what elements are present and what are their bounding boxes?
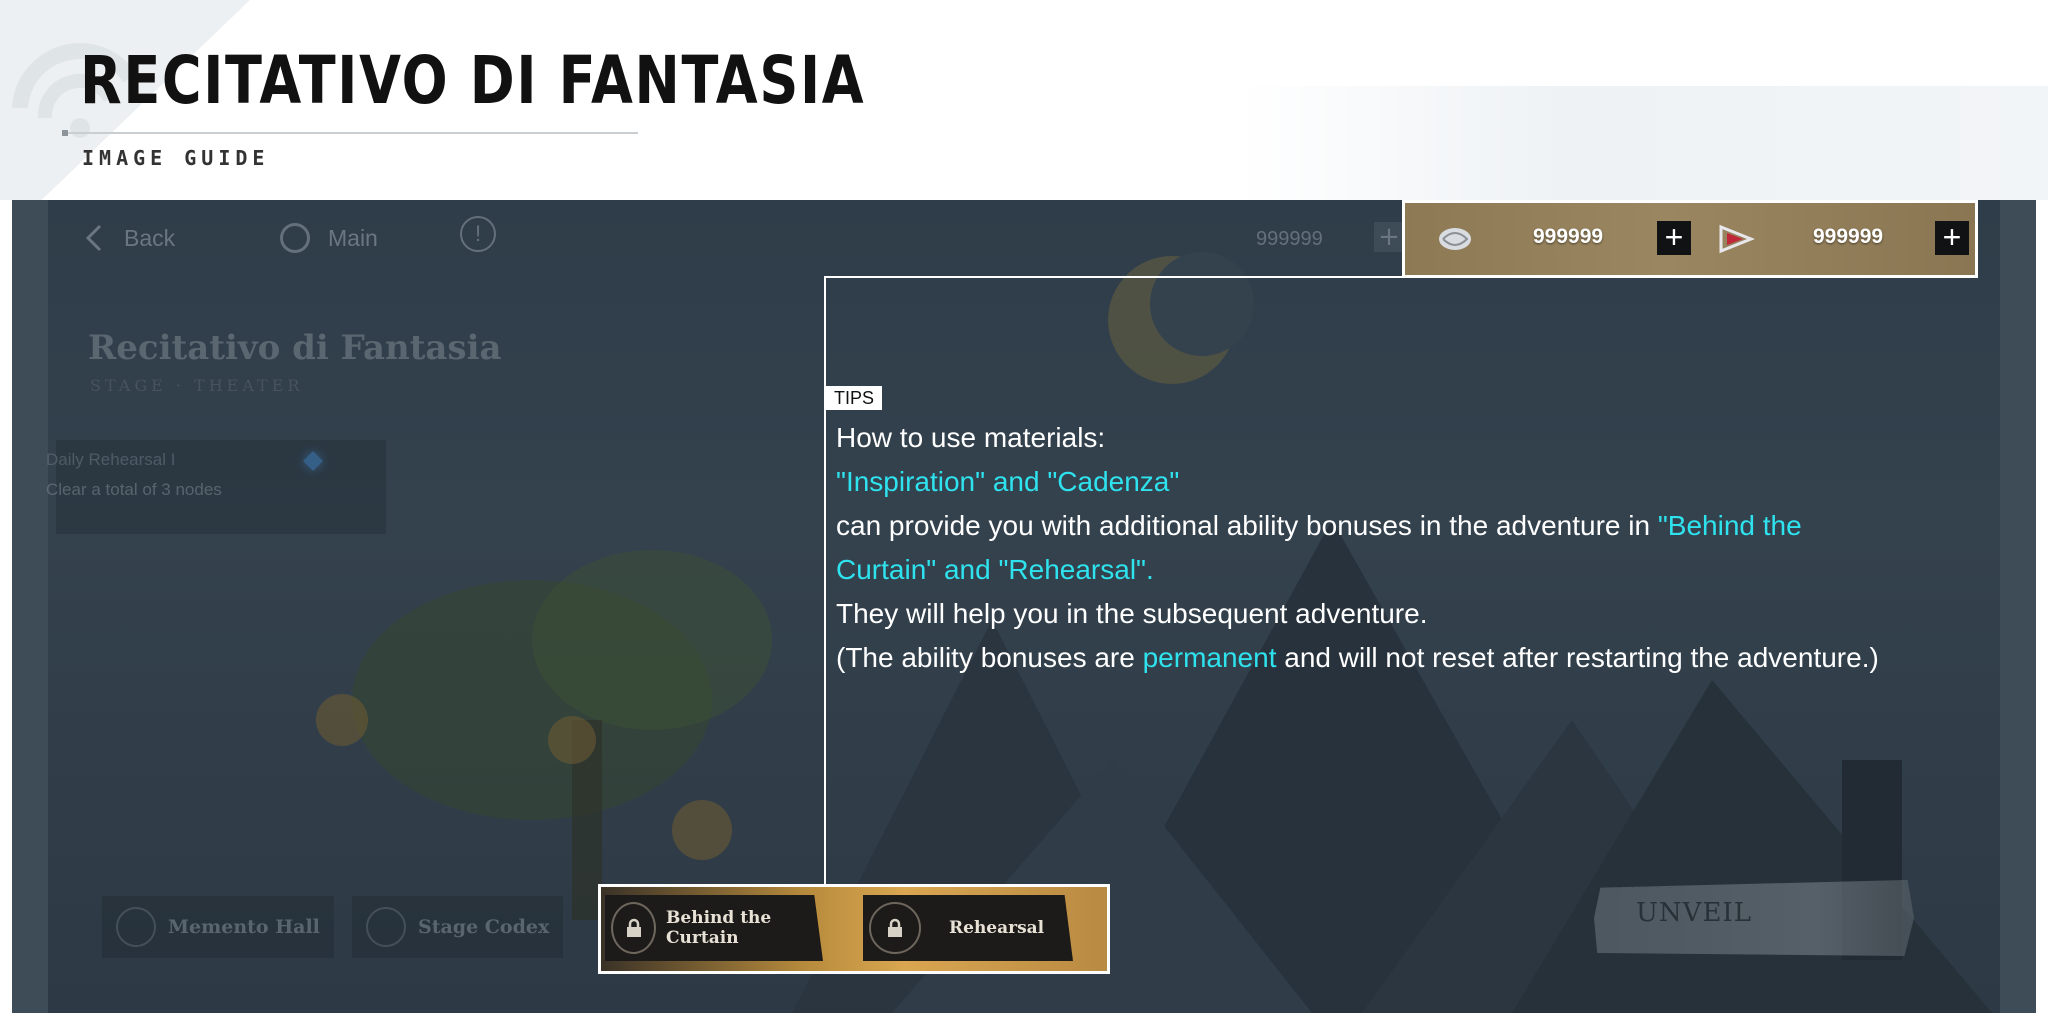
tips-line-4: Curtain" and "Rehearsal".: [836, 554, 1154, 585]
tips-body: How to use materials: "Inspiration" and …: [836, 416, 1936, 680]
tips-line-1: How to use materials:: [836, 422, 1106, 453]
title-divider: [64, 132, 638, 134]
currency-bar: 999999 + 999999 +: [1402, 200, 1978, 278]
currency-dim-plus-button[interactable]: +: [1374, 222, 1404, 252]
rehearsal-label: Rehearsal: [949, 918, 1045, 938]
cadenza-icon: [1719, 224, 1755, 254]
inspiration-count: 999999: [1533, 225, 1604, 248]
stage-codex-button[interactable]: Stage Codex: [352, 896, 564, 958]
stage-mode-bar: Behind the Curtain Rehearsal: [598, 884, 1110, 974]
guide-subtitle: IMAGE GUIDE: [82, 146, 270, 170]
back-label: Back: [124, 224, 176, 251]
quest-title: Daily Rehearsal I: [46, 450, 176, 469]
stage-codex-label: Stage Codex: [418, 916, 550, 938]
lock-icon: [611, 902, 657, 954]
decorative-slab: [1240, 86, 2048, 200]
info-button[interactable]: !: [460, 216, 496, 252]
chevron-left-icon: [85, 224, 102, 252]
unveil-label: UNVEIL: [1636, 898, 1752, 928]
callout-line-vertical: [824, 276, 826, 886]
memento-hall-button[interactable]: Memento Hall: [102, 896, 334, 958]
lock-icon: [869, 902, 921, 954]
main-label: Main: [328, 224, 378, 251]
main-button[interactable]: Main: [280, 216, 378, 260]
tips-line-3-highlight: "Behind the: [1657, 510, 1802, 541]
tips-tag: TIPS: [826, 386, 883, 410]
divider-dot: [62, 130, 68, 136]
currency-dim-value: 999999: [1256, 228, 1323, 250]
codex-icon: [366, 907, 406, 947]
frame-right: [2000, 200, 2036, 1013]
rehearsal-button[interactable]: Rehearsal: [863, 895, 1073, 961]
quest-description: Clear a total of 3 nodes: [46, 480, 222, 499]
tips-line-2: "Inspiration" and "Cadenza": [836, 466, 1180, 497]
tips-line-6: (The ability bonuses are permanent and w…: [836, 636, 1936, 680]
inspiration-icon: [1439, 228, 1471, 250]
tips-line-3: can provide you with additional ability …: [836, 504, 1936, 548]
cadenza-add-button[interactable]: +: [1935, 221, 1969, 255]
back-button[interactable]: Back: [82, 216, 175, 260]
stage-title: Recitativo di Fantasia: [88, 328, 502, 368]
behind-the-curtain-button[interactable]: Behind the Curtain: [605, 895, 823, 961]
behind-the-curtain-label: Behind the Curtain: [666, 908, 772, 948]
tips-line-3-text: can provide you with additional ability …: [836, 510, 1658, 541]
cart-icon: [116, 907, 156, 947]
callout-line-horizontal: [824, 276, 1404, 278]
cadenza-count: 999999: [1813, 225, 1884, 248]
guide-title: RECITATIVO DI FANTASIA: [80, 42, 866, 119]
game-screenshot: Back Main ! 999999 + Recitativo di Fanta…: [12, 200, 2036, 1013]
unveil-button[interactable]: · · · · · UNVEIL: [1594, 880, 1914, 956]
tips-line-6-text-a: (The ability bonuses are: [836, 642, 1143, 673]
stage-subtitle: STAGE · THEATER: [90, 376, 304, 395]
home-circle-icon: [280, 223, 310, 253]
frame-left: [12, 200, 48, 1013]
tips-line-5: They will help you in the subsequent adv…: [836, 598, 1428, 629]
tips-line-6-text-b: and will not reset after restarting the …: [1276, 642, 1879, 673]
memento-hall-label: Memento Hall: [168, 916, 320, 938]
guide-header: RECITATIVO DI FANTASIA IMAGE GUIDE: [0, 0, 2048, 200]
inspiration-add-button[interactable]: +: [1657, 221, 1691, 255]
tips-line-6-highlight: permanent: [1142, 642, 1277, 673]
